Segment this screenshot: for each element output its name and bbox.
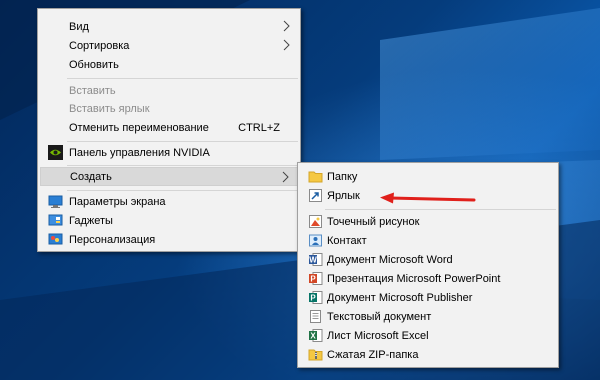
menu-separator <box>67 190 298 191</box>
menu-item-label: Персонализация <box>69 233 156 246</box>
chevron-right-icon <box>282 171 289 183</box>
submenu-item-word-document[interactable]: W Документ Microsoft Word <box>300 250 556 269</box>
submenu-item-label: Папку <box>327 170 358 183</box>
menu-item-label: Обновить <box>69 58 119 71</box>
menu-item-shortcut: CTRL+Z <box>238 121 280 134</box>
submenu-item-powerpoint-presentation[interactable]: P Презентация Microsoft PowerPoint <box>300 269 556 288</box>
menu-item-label: Отменить переименование <box>69 121 209 134</box>
nvidia-icon <box>48 145 63 160</box>
menu-item-sort[interactable]: Сортировка <box>40 36 298 55</box>
menu-separator <box>67 141 298 142</box>
submenu-item-label: Точечный рисунок <box>327 215 420 228</box>
folder-icon <box>308 171 323 183</box>
menu-item-label: Вставить ярлык <box>69 102 150 115</box>
bitmap-icon <box>309 215 322 228</box>
desktop-context-menu: Вид Сортировка Обновить Вставить Вставит… <box>37 8 301 252</box>
svg-text:P: P <box>310 275 316 284</box>
menu-item-nvidia-control-panel[interactable]: Панель управления NVIDIA <box>40 143 298 162</box>
menu-item-create[interactable]: Создать <box>40 167 298 186</box>
submenu-item-excel-sheet[interactable]: X Лист Microsoft Excel <box>300 326 556 345</box>
shortcut-icon <box>309 189 322 202</box>
menu-item-personalization[interactable]: Персонализация <box>40 230 298 249</box>
submenu-item-label: Ярлык <box>327 189 360 202</box>
menu-item-display-settings[interactable]: Параметры экрана <box>40 192 298 211</box>
personalization-icon <box>48 233 63 245</box>
menu-item-label: Панель управления NVIDIA <box>69 146 210 159</box>
submenu-item-label: Сжатая ZIP-папка <box>327 348 419 361</box>
submenu-item-label: Документ Microsoft Publisher <box>327 291 473 304</box>
svg-text:P: P <box>310 294 316 303</box>
menu-separator <box>67 165 298 166</box>
menu-item-label: Сортировка <box>69 39 130 52</box>
submenu-item-bitmap[interactable]: Точечный рисунок <box>300 212 556 231</box>
submenu-item-publisher-document[interactable]: P Документ Microsoft Publisher <box>300 288 556 307</box>
submenu-item-contact[interactable]: Контакт <box>300 231 556 250</box>
menu-item-view[interactable]: Вид <box>40 17 298 36</box>
menu-item-label: Параметры экрана <box>69 195 166 208</box>
menu-item-label: Вставить <box>69 84 116 97</box>
submenu-item-label: Контакт <box>327 234 367 247</box>
submenu-item-label: Текстовый документ <box>327 310 432 323</box>
powerpoint-icon: P <box>309 272 323 285</box>
annotation-arrow-icon <box>380 192 476 204</box>
submenu-item-label: Лист Microsoft Excel <box>327 329 429 342</box>
menu-item-refresh[interactable]: Обновить <box>40 55 298 74</box>
svg-text:W: W <box>309 256 317 265</box>
submenu-item-label: Презентация Microsoft PowerPoint <box>327 272 501 285</box>
submenu-item-text-document[interactable]: Текстовый документ <box>300 307 556 326</box>
text-document-icon <box>310 310 321 323</box>
gadgets-icon <box>48 214 63 226</box>
display-settings-icon <box>48 195 63 208</box>
submenu-item-label: Документ Microsoft Word <box>327 253 453 266</box>
submenu-item-zip-folder[interactable]: Сжатая ZIP-папка <box>300 345 556 364</box>
menu-separator <box>67 78 298 79</box>
menu-item-label: Гаджеты <box>69 214 113 227</box>
menu-item-label: Вид <box>69 20 89 33</box>
menu-item-label: Создать <box>70 170 112 183</box>
menu-item-paste[interactable]: Вставить <box>40 81 298 100</box>
excel-icon: X <box>309 329 323 342</box>
chevron-right-icon <box>283 20 290 32</box>
zip-folder-icon <box>308 349 323 361</box>
menu-item-undo-rename[interactable]: Отменить переименование CTRL+Z <box>40 118 298 137</box>
publisher-icon: P <box>309 291 323 304</box>
menu-item-paste-shortcut[interactable]: Вставить ярлык <box>40 99 298 118</box>
svg-text:X: X <box>310 332 316 341</box>
submenu-item-folder[interactable]: Папку <box>300 167 556 186</box>
word-icon: W <box>309 253 323 266</box>
chevron-right-icon <box>283 39 290 51</box>
menu-item-gadgets[interactable]: Гаджеты <box>40 211 298 230</box>
contact-icon <box>309 234 322 247</box>
